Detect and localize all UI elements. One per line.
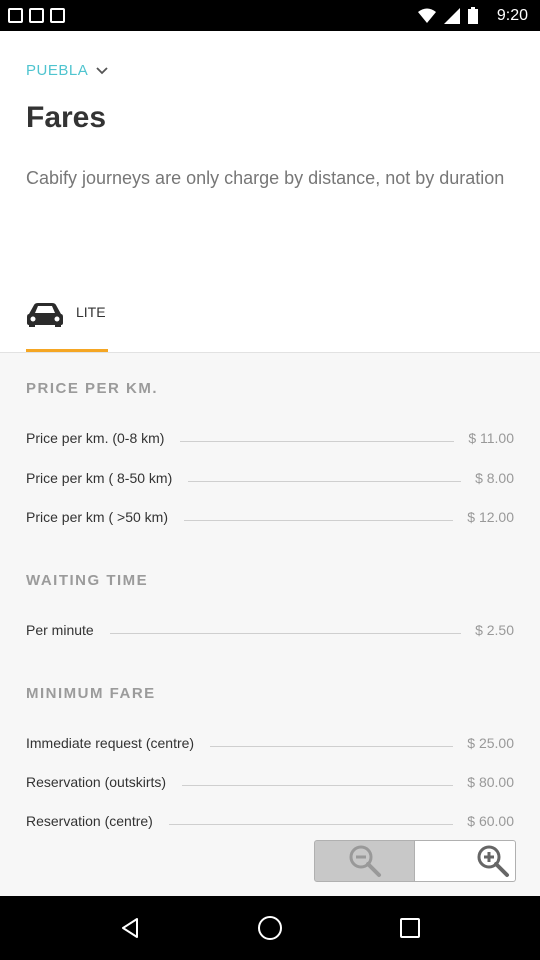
fare-row: Reservation (centre) $ 60.00 xyxy=(26,807,514,829)
fare-row: Price per km ( 8-50 km) $ 8.00 xyxy=(26,464,514,486)
dotted-leader xyxy=(180,441,455,442)
signal-icon xyxy=(444,7,460,24)
fare-value: $ 8.00 xyxy=(475,470,514,486)
fare-value: $ 80.00 xyxy=(467,774,514,790)
zoom-controls xyxy=(314,840,516,882)
section-heading-waiting-time: WAITING TIME xyxy=(26,572,149,589)
dotted-leader xyxy=(182,785,454,786)
home-button[interactable] xyxy=(240,904,300,952)
fare-label: Reservation (outskirts) xyxy=(26,774,167,790)
zoom-in-icon xyxy=(477,845,509,877)
chevron-down-icon xyxy=(96,66,108,74)
recents-icon xyxy=(400,918,420,938)
fare-label: Immediate request (centre) xyxy=(26,735,195,751)
fare-value: $ 25.00 xyxy=(467,735,514,751)
zoom-out-button[interactable] xyxy=(314,840,415,882)
page-title: Fares xyxy=(26,101,107,134)
city-selector[interactable]: PUEBLA xyxy=(26,62,108,79)
fare-label: Reservation (centre) xyxy=(26,813,153,829)
fare-value: $ 60.00 xyxy=(467,813,514,829)
zoom-out-icon xyxy=(349,845,381,877)
fare-row: Per minute $ 2.50 xyxy=(26,616,514,638)
wifi-icon xyxy=(418,8,436,23)
car-icon xyxy=(27,303,63,327)
dotted-leader xyxy=(183,520,454,521)
fare-label: Price per km ( 8-50 km) xyxy=(26,470,173,486)
fare-label: Per minute xyxy=(26,622,94,638)
dotted-leader xyxy=(210,746,454,747)
fare-value: $ 2.50 xyxy=(475,622,514,638)
back-button[interactable] xyxy=(100,904,160,952)
section-heading-price-per-km: PRICE PER KM. xyxy=(26,380,159,397)
system-nav-bar xyxy=(0,896,540,960)
fare-value: $ 12.00 xyxy=(467,509,514,525)
dotted-leader xyxy=(168,824,454,825)
fare-row: Immediate request (centre) $ 25.00 xyxy=(26,729,514,751)
fare-row: Price per km. (0-8 km) $ 11.00 xyxy=(26,424,514,446)
section-heading-minimum-fare: MINIMUM FARE xyxy=(26,685,156,702)
system-icons xyxy=(418,7,478,24)
dotted-leader xyxy=(109,633,462,634)
notification-square-icon xyxy=(29,8,44,23)
recents-button[interactable] xyxy=(380,904,440,952)
fare-row: Reservation (outskirts) $ 80.00 xyxy=(26,768,514,790)
status-time: 9:20 xyxy=(496,7,528,24)
tab-lite[interactable]: LITE xyxy=(26,299,108,353)
dotted-leader xyxy=(188,481,462,482)
battery-icon xyxy=(468,7,478,24)
tab-label: LITE xyxy=(76,304,106,320)
fares-screen: PUEBLA Fares Cabify journeys are only ch… xyxy=(0,31,540,896)
notification-square-icon xyxy=(8,8,23,23)
notification-square-icon xyxy=(50,8,65,23)
fare-row: Price per km ( >50 km) $ 12.00 xyxy=(26,503,514,525)
status-bar: 9:20 xyxy=(0,0,540,31)
zoom-in-button[interactable] xyxy=(415,840,516,882)
back-icon xyxy=(122,918,138,938)
home-icon xyxy=(258,916,282,940)
city-label: PUEBLA xyxy=(26,62,89,79)
fare-label: Price per km ( >50 km) xyxy=(26,509,168,525)
page-subtitle: Cabify journeys are only charge by dista… xyxy=(26,168,505,188)
notification-icons xyxy=(8,8,65,23)
fare-label: Price per km. (0-8 km) xyxy=(26,430,165,446)
fare-value: $ 11.00 xyxy=(468,430,514,446)
